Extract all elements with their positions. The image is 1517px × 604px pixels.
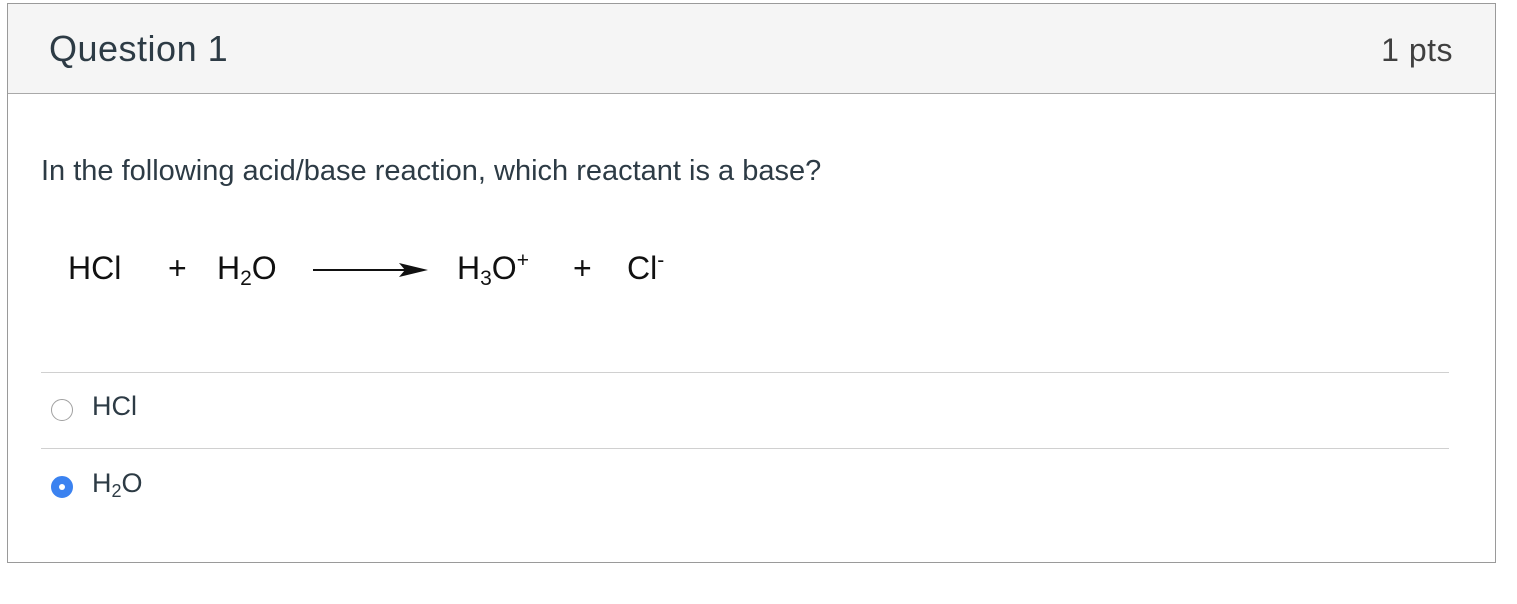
product-chloride: Cl- bbox=[627, 249, 665, 286]
question-header: Question 1 1 pts bbox=[8, 4, 1495, 94]
question-prompt: In the following acid/base reaction, whi… bbox=[41, 155, 822, 187]
reactant-water: H2O bbox=[217, 250, 277, 290]
answer-label: H2O bbox=[92, 468, 143, 501]
question-title: Question 1 bbox=[49, 28, 229, 69]
plus-sign: + bbox=[168, 250, 187, 286]
plus-sign: + bbox=[573, 250, 592, 286]
radio-button-unchecked[interactable] bbox=[51, 399, 73, 421]
answer-label: HCl bbox=[92, 391, 137, 421]
radio-button-checked[interactable] bbox=[51, 476, 73, 498]
answer-option-h2o[interactable]: H2O bbox=[41, 450, 1449, 524]
question-points: 1 pts bbox=[1381, 32, 1453, 68]
answer-option-hcl[interactable]: HCl bbox=[41, 373, 1449, 447]
reaction-arrow-icon bbox=[313, 263, 428, 277]
product-hydronium: H3O+ bbox=[457, 249, 529, 290]
answer-divider bbox=[41, 448, 1449, 449]
reactant-hcl: HCl bbox=[68, 250, 122, 286]
